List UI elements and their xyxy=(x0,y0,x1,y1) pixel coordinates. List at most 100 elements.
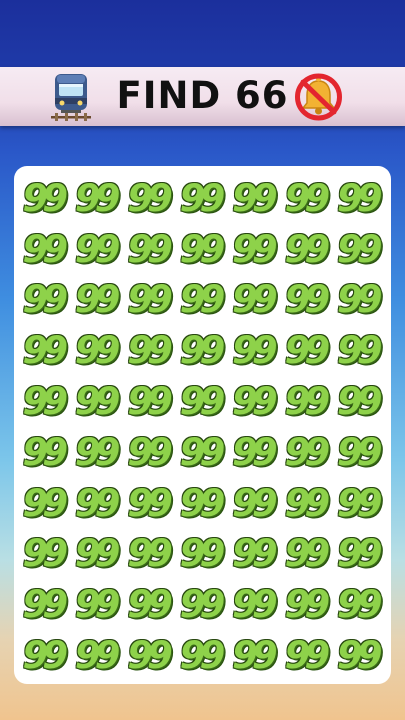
grid-number: 99 xyxy=(337,481,382,525)
grid-number: 99 xyxy=(179,278,225,322)
grid-cell[interactable]: 99 xyxy=(176,224,228,275)
grid-cell[interactable]: 99 xyxy=(334,325,386,376)
grid-number: 99 xyxy=(232,634,277,678)
grid-number: 99 xyxy=(127,380,172,424)
grid-number: 99 xyxy=(232,380,277,424)
grid-cell[interactable]: 99 xyxy=(19,325,71,376)
grid-cell[interactable]: 99 xyxy=(281,579,333,630)
grid-number: 99 xyxy=(127,532,172,576)
grid-cell[interactable]: 99 xyxy=(19,173,71,224)
grid-number: 99 xyxy=(337,583,382,627)
grid-cell[interactable]: 99 xyxy=(124,579,176,630)
grid-number: 99 xyxy=(284,380,330,424)
grid-cell[interactable]: 99 xyxy=(124,173,176,224)
grid-number: 99 xyxy=(127,634,172,678)
grid-number: 99 xyxy=(179,583,225,627)
grid-cell[interactable]: 99 xyxy=(281,173,333,224)
grid-number: 99 xyxy=(127,329,172,373)
grid-cell[interactable]: 99 xyxy=(19,376,71,427)
grid-cell[interactable]: 99 xyxy=(334,579,386,630)
grid-cell[interactable]: 99 xyxy=(176,478,228,529)
grid-cell[interactable]: 99 xyxy=(281,224,333,275)
grid-cell[interactable]: 99 xyxy=(71,579,123,630)
grid-cell[interactable]: 99 xyxy=(176,630,228,681)
grid-number: 99 xyxy=(232,227,277,271)
grid-cell[interactable]: 99 xyxy=(281,376,333,427)
grid-cell[interactable]: 99 xyxy=(176,579,228,630)
grid-cell[interactable]: 99 xyxy=(176,275,228,326)
grid-cell[interactable]: 99 xyxy=(71,173,123,224)
grid-cell[interactable]: 99 xyxy=(334,376,386,427)
grid-cell[interactable]: 99 xyxy=(229,529,281,580)
grid-cell[interactable]: 99 xyxy=(281,478,333,529)
grid-number: 99 xyxy=(284,227,330,271)
grid-cell[interactable]: 99 xyxy=(176,376,228,427)
grid-cell[interactable]: 99 xyxy=(334,224,386,275)
grid-cell[interactable]: 99 xyxy=(71,478,123,529)
grid-cell[interactable]: 99 xyxy=(19,630,71,681)
grid-number: 99 xyxy=(179,532,225,576)
grid-cell[interactable]: 99 xyxy=(281,529,333,580)
grid-cell[interactable]: 99 xyxy=(229,478,281,529)
grid-cell[interactable]: 99 xyxy=(229,224,281,275)
grid-cell[interactable]: 99 xyxy=(71,325,123,376)
grid-number: 99 xyxy=(127,278,172,322)
grid-cell[interactable]: 99 xyxy=(229,376,281,427)
grid-cell[interactable]: 99 xyxy=(124,529,176,580)
grid-cell[interactable]: 99 xyxy=(281,325,333,376)
grid-cell[interactable]: 99 xyxy=(176,325,228,376)
grid-number: 99 xyxy=(179,227,225,271)
grid-cell[interactable]: 99 xyxy=(124,376,176,427)
grid-cell[interactable]: 99 xyxy=(19,529,71,580)
grid-cell[interactable]: 99 xyxy=(229,325,281,376)
grid-cell[interactable]: 99 xyxy=(71,376,123,427)
grid-number: 99 xyxy=(22,430,67,474)
grid-cell[interactable]: 99 xyxy=(281,427,333,478)
grid-number: 99 xyxy=(337,329,382,373)
grid-cell[interactable]: 99 xyxy=(281,630,333,681)
grid-cell[interactable]: 99 xyxy=(334,630,386,681)
grid-cell[interactable]: 99 xyxy=(19,275,71,326)
grid-cell[interactable]: 99 xyxy=(124,427,176,478)
grid-cell[interactable]: 99 xyxy=(176,427,228,478)
grid-cell[interactable]: 99 xyxy=(334,478,386,529)
grid-cell[interactable]: 99 xyxy=(334,529,386,580)
grid-cell[interactable]: 99 xyxy=(229,275,281,326)
grid-cell[interactable]: 99 xyxy=(71,529,123,580)
grid-cell[interactable]: 99 xyxy=(19,579,71,630)
grid-number: 99 xyxy=(179,329,225,373)
grid-cell[interactable]: 99 xyxy=(19,478,71,529)
number-grid: 99 99 99 99 99 99 99 99 99 99 99 99 99 99 99 99 99 99 99 99… xyxy=(19,173,386,681)
grid-cell[interactable]: 99 xyxy=(124,224,176,275)
grid-cell[interactable]: 99 xyxy=(124,325,176,376)
grid-number: 99 xyxy=(232,583,277,627)
puzzle-title: FIND 66 xyxy=(116,74,289,117)
grid-cell[interactable]: 99 xyxy=(71,427,123,478)
grid-number: 99 xyxy=(284,634,330,678)
grid-cell[interactable]: 99 xyxy=(281,275,333,326)
grid-cell[interactable]: 99 xyxy=(334,427,386,478)
grid-cell[interactable]: 99 xyxy=(124,630,176,681)
grid-cell[interactable]: 99 xyxy=(124,478,176,529)
grid-cell[interactable]: 99 xyxy=(334,173,386,224)
grid-cell[interactable]: 99 xyxy=(229,173,281,224)
grid-number: 99 xyxy=(22,532,67,576)
grid-cell[interactable]: 99 xyxy=(124,275,176,326)
grid-number: 99 xyxy=(337,176,382,220)
grid-cell[interactable]: 99 xyxy=(229,427,281,478)
grid-cell[interactable]: 99 xyxy=(71,224,123,275)
grid-number: 99 xyxy=(22,227,67,271)
grid-number: 99 xyxy=(232,176,277,220)
grid-cell[interactable]: 99 xyxy=(176,529,228,580)
grid-cell[interactable]: 99 xyxy=(334,275,386,326)
grid-cell[interactable]: 99 xyxy=(71,275,123,326)
grid-cell[interactable]: 99 xyxy=(19,224,71,275)
game-screen: FIND 66 99 99 99 99 99 99 99 99 99 99 99 99 99 99 99 99… xyxy=(0,0,405,720)
grid-number: 99 xyxy=(232,278,277,322)
grid-cell[interactable]: 99 xyxy=(229,630,281,681)
grid-cell[interactable]: 99 xyxy=(19,427,71,478)
grid-cell[interactable]: 99 xyxy=(229,579,281,630)
grid-number: 99 xyxy=(74,227,120,271)
grid-cell[interactable]: 99 xyxy=(176,173,228,224)
grid-cell[interactable]: 99 xyxy=(71,630,123,681)
